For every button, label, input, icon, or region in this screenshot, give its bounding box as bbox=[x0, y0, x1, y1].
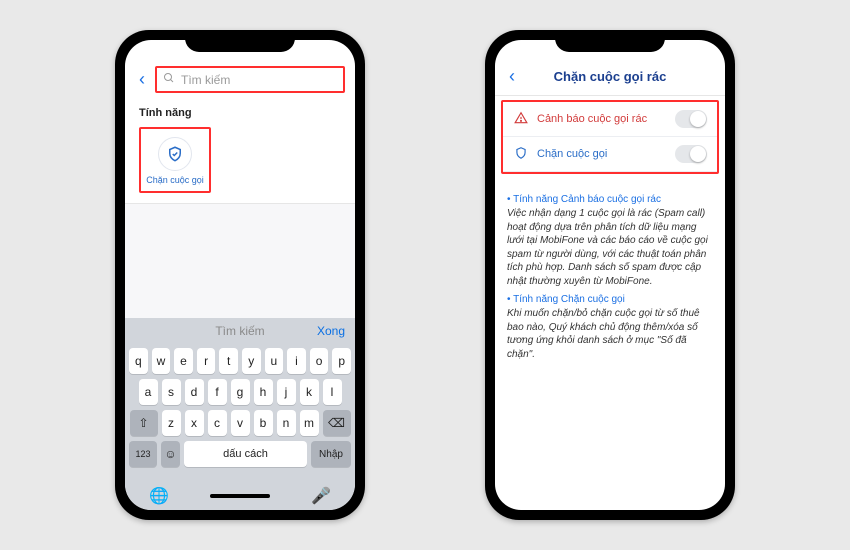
shield-icon bbox=[513, 146, 529, 163]
key-space[interactable]: dấu cách bbox=[184, 441, 307, 467]
screen-right: ‹ Chặn cuộc gọi rác Cảnh báo cuộc gọi rá… bbox=[495, 40, 725, 510]
warning-icon bbox=[513, 111, 529, 128]
key-k[interactable]: k bbox=[300, 379, 319, 405]
key-j[interactable]: j bbox=[277, 379, 296, 405]
key-c[interactable]: c bbox=[208, 410, 227, 436]
content-area bbox=[125, 203, 355, 318]
key-i[interactable]: i bbox=[287, 348, 306, 374]
search-placeholder: Tìm kiếm bbox=[181, 73, 230, 87]
key-g[interactable]: g bbox=[231, 379, 250, 405]
key-o[interactable]: o bbox=[310, 348, 329, 374]
key-s[interactable]: s bbox=[162, 379, 181, 405]
kb-row-3: ⇧ z x c v b n m ⌫ bbox=[129, 410, 351, 436]
key-y[interactable]: y bbox=[242, 348, 261, 374]
key-m[interactable]: m bbox=[300, 410, 319, 436]
globe-icon[interactable]: 🌐 bbox=[149, 486, 169, 506]
key-x[interactable]: x bbox=[185, 410, 204, 436]
notch bbox=[185, 30, 295, 52]
description-body: • Tính năng Cảnh báo cuộc gọi rác Việc n… bbox=[495, 178, 725, 377]
phone-right: ‹ Chặn cuộc gọi rác Cảnh báo cuộc gọi rá… bbox=[485, 30, 735, 520]
phone-left: ‹ Tìm kiếm Tính năng Chặn cuộc gọi Tìm k… bbox=[115, 30, 365, 520]
row-spam-warning[interactable]: Cảnh báo cuộc gọi rác bbox=[503, 102, 717, 137]
search-icon bbox=[163, 72, 175, 87]
feature-tile-block-calls[interactable]: Chặn cuộc gọi bbox=[139, 127, 211, 193]
kb-row-2: a s d f g h j k l bbox=[129, 379, 351, 405]
feature-desc-2: Khi muốn chặn/bỏ chặn cuộc gọi từ số thu… bbox=[507, 307, 713, 361]
mic-icon[interactable]: 🎤 bbox=[311, 486, 331, 506]
row-block-calls[interactable]: Chặn cuộc gọi bbox=[503, 137, 717, 172]
key-e[interactable]: e bbox=[174, 348, 193, 374]
tile-label: Chặn cuộc gọi bbox=[145, 175, 205, 185]
key-backspace[interactable]: ⌫ bbox=[323, 410, 351, 436]
keyboard[interactable]: q w e r t y u i o p a s d f g h j k l bbox=[125, 344, 355, 480]
key-p[interactable]: p bbox=[332, 348, 351, 374]
kb-row-4: 123 ☺ dấu cách Nhập bbox=[129, 441, 351, 467]
settings-list: Cảnh báo cuộc gọi rác Chặn cuộc gọi bbox=[501, 100, 719, 174]
feature-heading-2: • Tính năng Chặn cuộc gọi bbox=[507, 294, 713, 305]
shield-icon bbox=[158, 137, 192, 171]
key-emoji[interactable]: ☺ bbox=[161, 441, 180, 467]
feature-heading-1: • Tính năng Cảnh báo cuộc gọi rác bbox=[507, 194, 713, 205]
keyboard-done-button[interactable]: Xong bbox=[317, 324, 345, 338]
key-f[interactable]: f bbox=[208, 379, 227, 405]
key-h[interactable]: h bbox=[254, 379, 273, 405]
home-bar: 🌐 🎤 bbox=[125, 480, 355, 510]
section-title: Tính năng bbox=[125, 99, 355, 123]
kb-hint: Tìm kiếm bbox=[215, 324, 264, 338]
toggle-spam-warning[interactable] bbox=[675, 110, 707, 128]
key-u[interactable]: u bbox=[265, 348, 284, 374]
row-label: Chặn cuộc gọi bbox=[537, 148, 607, 160]
key-d[interactable]: d bbox=[185, 379, 204, 405]
key-z[interactable]: z bbox=[162, 410, 181, 436]
key-return[interactable]: Nhập bbox=[311, 441, 351, 467]
back-button[interactable]: ‹ bbox=[505, 66, 519, 87]
key-t[interactable]: t bbox=[219, 348, 238, 374]
kb-row-1: q w e r t y u i o p bbox=[129, 348, 351, 374]
page-title: Chặn cuộc gọi rác bbox=[519, 69, 701, 84]
key-shift[interactable]: ⇧ bbox=[130, 410, 158, 436]
key-b[interactable]: b bbox=[254, 410, 273, 436]
key-a[interactable]: a bbox=[139, 379, 158, 405]
toggle-block-calls[interactable] bbox=[675, 145, 707, 163]
row-label: Cảnh báo cuộc gọi rác bbox=[537, 113, 647, 125]
key-l[interactable]: l bbox=[323, 379, 342, 405]
back-button[interactable]: ‹ bbox=[135, 69, 149, 90]
feature-desc-1: Việc nhận dạng 1 cuộc gọi là rác (Spam c… bbox=[507, 207, 713, 288]
key-r[interactable]: r bbox=[197, 348, 216, 374]
key-q[interactable]: q bbox=[129, 348, 148, 374]
key-w[interactable]: w bbox=[152, 348, 171, 374]
key-123[interactable]: 123 bbox=[129, 441, 157, 467]
key-v[interactable]: v bbox=[231, 410, 250, 436]
home-indicator[interactable] bbox=[210, 494, 270, 498]
notch bbox=[555, 30, 665, 52]
key-n[interactable]: n bbox=[277, 410, 296, 436]
screen-left: ‹ Tìm kiếm Tính năng Chặn cuộc gọi Tìm k… bbox=[125, 40, 355, 510]
search-input[interactable]: Tìm kiếm bbox=[155, 66, 345, 93]
keyboard-suggestion-bar: Tìm kiếm Xong bbox=[125, 318, 355, 344]
